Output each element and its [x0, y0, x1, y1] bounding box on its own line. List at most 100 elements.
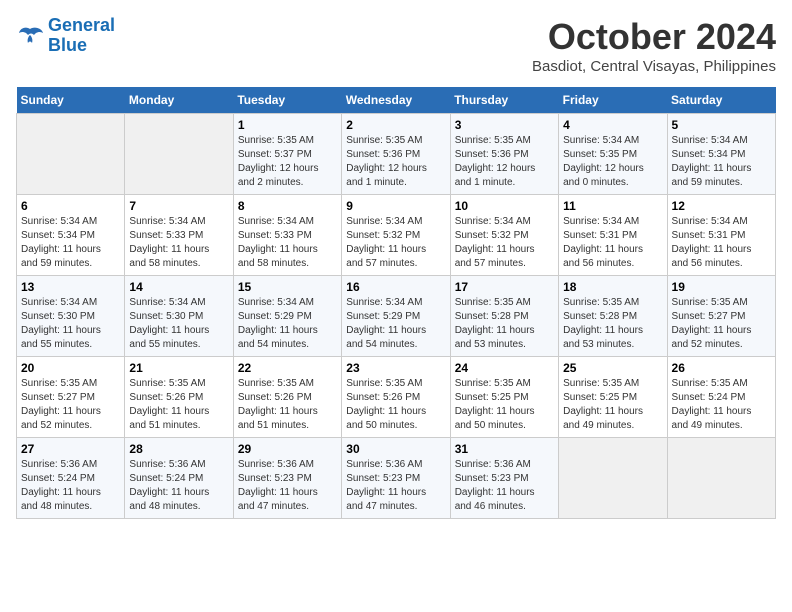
location-title: Basdiot, Central Visayas, Philippines [532, 58, 776, 75]
day-number: 17 [455, 280, 554, 294]
day-number: 30 [346, 442, 445, 456]
logo-blue: Blue [48, 36, 115, 56]
day-number: 21 [129, 361, 228, 375]
day-info: Sunrise: 5:35 AM Sunset: 5:26 PM Dayligh… [346, 377, 445, 433]
day-info: Sunrise: 5:34 AM Sunset: 5:31 PM Dayligh… [672, 215, 771, 271]
calendar-cell: 9 Sunrise: 5:34 AM Sunset: 5:32 PM Daylig… [342, 195, 450, 276]
day-info: Sunrise: 5:36 AM Sunset: 5:23 PM Dayligh… [238, 458, 337, 514]
calendar-cell: 5Sunrise: 5:34 AM Sunset: 5:34 PM Daylig… [667, 114, 775, 195]
calendar-week-5: 27 Sunrise: 5:36 AM Sunset: 5:24 PM Dayli… [17, 438, 776, 519]
header-cell-thursday: Thursday [450, 87, 558, 114]
day-info: Sunrise: 5:34 AM Sunset: 5:32 PM Dayligh… [455, 215, 554, 271]
day-info: Sunrise: 5:34 AM Sunset: 5:31 PM Dayligh… [563, 215, 662, 271]
day-number: 27 [21, 442, 120, 456]
day-info: Sunrise: 5:34 AM Sunset: 5:30 PM Dayligh… [129, 296, 228, 352]
calendar-cell: 10 Sunrise: 5:34 AM Sunset: 5:32 PM Dayli… [450, 195, 558, 276]
page-header: General Blue October 2024 Basdiot, Centr… [16, 16, 776, 75]
logo: General Blue [16, 16, 115, 56]
day-info: Sunrise: 5:35 AM Sunset: 5:36 PM Dayligh… [346, 134, 445, 190]
logo-icon [16, 25, 44, 47]
day-info: Sunrise: 5:34 AM Sunset: 5:30 PM Dayligh… [21, 296, 120, 352]
day-number: 18 [563, 280, 662, 294]
logo-text: General Blue [48, 16, 115, 56]
day-number: 9 [346, 199, 445, 213]
calendar-week-1: 1 Sunrise: 5:35 AM Sunset: 5:37 PM Daylig… [17, 114, 776, 195]
calendar-week-4: 20Sunrise: 5:35 AM Sunset: 5:27 PM Dayli… [17, 357, 776, 438]
calendar-cell: 20Sunrise: 5:35 AM Sunset: 5:27 PM Dayli… [17, 357, 125, 438]
calendar-cell: 21Sunrise: 5:35 AM Sunset: 5:26 PM Dayli… [125, 357, 233, 438]
day-info: Sunrise: 5:35 AM Sunset: 5:26 PM Dayligh… [238, 377, 337, 433]
day-info: Sunrise: 5:35 AM Sunset: 5:28 PM Dayligh… [563, 296, 662, 352]
day-number: 16 [346, 280, 445, 294]
day-info: Sunrise: 5:35 AM Sunset: 5:24 PM Dayligh… [672, 377, 771, 433]
calendar-cell: 29 Sunrise: 5:36 AM Sunset: 5:23 PM Dayli… [233, 438, 341, 519]
logo-general: General [48, 15, 115, 35]
header-cell-monday: Monday [125, 87, 233, 114]
calendar-cell: 24Sunrise: 5:35 AM Sunset: 5:25 PM Dayli… [450, 357, 558, 438]
header-cell-saturday: Saturday [667, 87, 775, 114]
day-number: 14 [129, 280, 228, 294]
calendar-cell: 1 Sunrise: 5:35 AM Sunset: 5:37 PM Daylig… [233, 114, 341, 195]
calendar-cell: 28Sunrise: 5:36 AM Sunset: 5:24 PM Dayli… [125, 438, 233, 519]
header-cell-sunday: Sunday [17, 87, 125, 114]
calendar-week-2: 6Sunrise: 5:34 AM Sunset: 5:34 PM Daylig… [17, 195, 776, 276]
calendar-cell: 4 Sunrise: 5:34 AM Sunset: 5:35 PM Daylig… [559, 114, 667, 195]
calendar-cell: 22 Sunrise: 5:35 AM Sunset: 5:26 PM Dayli… [233, 357, 341, 438]
day-info: Sunrise: 5:36 AM Sunset: 5:23 PM Dayligh… [346, 458, 445, 514]
day-number: 10 [455, 199, 554, 213]
header-cell-tuesday: Tuesday [233, 87, 341, 114]
day-info: Sunrise: 5:35 AM Sunset: 5:25 PM Dayligh… [455, 377, 554, 433]
day-number: 3 [455, 118, 554, 132]
day-number: 2 [346, 118, 445, 132]
calendar-cell [125, 114, 233, 195]
day-info: Sunrise: 5:35 AM Sunset: 5:27 PM Dayligh… [672, 296, 771, 352]
calendar-cell: 31Sunrise: 5:36 AM Sunset: 5:23 PM Dayli… [450, 438, 558, 519]
day-info: Sunrise: 5:34 AM Sunset: 5:32 PM Dayligh… [346, 215, 445, 271]
day-number: 5 [672, 118, 771, 132]
calendar-header: SundayMondayTuesdayWednesdayThursdayFrid… [17, 87, 776, 114]
calendar-cell: 25 Sunrise: 5:35 AM Sunset: 5:25 PM Dayli… [559, 357, 667, 438]
calendar-cell: 6Sunrise: 5:34 AM Sunset: 5:34 PM Daylig… [17, 195, 125, 276]
calendar-cell: 13Sunrise: 5:34 AM Sunset: 5:30 PM Dayli… [17, 276, 125, 357]
day-info: Sunrise: 5:35 AM Sunset: 5:37 PM Dayligh… [238, 134, 337, 190]
day-info: Sunrise: 5:34 AM Sunset: 5:35 PM Dayligh… [563, 134, 662, 190]
header-cell-friday: Friday [559, 87, 667, 114]
day-number: 1 [238, 118, 337, 132]
day-number: 15 [238, 280, 337, 294]
calendar-cell: 23 Sunrise: 5:35 AM Sunset: 5:26 PM Dayli… [342, 357, 450, 438]
calendar-cell: 7Sunrise: 5:34 AM Sunset: 5:33 PM Daylig… [125, 195, 233, 276]
month-title: October 2024 [532, 16, 776, 58]
day-number: 11 [563, 199, 662, 213]
day-number: 29 [238, 442, 337, 456]
day-number: 8 [238, 199, 337, 213]
calendar-cell: 17Sunrise: 5:35 AM Sunset: 5:28 PM Dayli… [450, 276, 558, 357]
calendar-cell: 3Sunrise: 5:35 AM Sunset: 5:36 PM Daylig… [450, 114, 558, 195]
calendar-cell: 15 Sunrise: 5:34 AM Sunset: 5:29 PM Dayli… [233, 276, 341, 357]
calendar-cell [667, 438, 775, 519]
day-number: 28 [129, 442, 228, 456]
day-number: 25 [563, 361, 662, 375]
calendar-cell: 19 Sunrise: 5:35 AM Sunset: 5:27 PM Dayli… [667, 276, 775, 357]
day-number: 19 [672, 280, 771, 294]
day-number: 22 [238, 361, 337, 375]
day-info: Sunrise: 5:34 AM Sunset: 5:29 PM Dayligh… [238, 296, 337, 352]
calendar-cell: 14 Sunrise: 5:34 AM Sunset: 5:30 PM Dayli… [125, 276, 233, 357]
calendar-cell [559, 438, 667, 519]
day-number: 31 [455, 442, 554, 456]
day-info: Sunrise: 5:36 AM Sunset: 5:24 PM Dayligh… [21, 458, 120, 514]
calendar-cell: 2 Sunrise: 5:35 AM Sunset: 5:36 PM Daylig… [342, 114, 450, 195]
calendar-cell: 11 Sunrise: 5:34 AM Sunset: 5:31 PM Dayli… [559, 195, 667, 276]
day-info: Sunrise: 5:35 AM Sunset: 5:25 PM Dayligh… [563, 377, 662, 433]
calendar-body: 1 Sunrise: 5:35 AM Sunset: 5:37 PM Daylig… [17, 114, 776, 519]
day-info: Sunrise: 5:35 AM Sunset: 5:27 PM Dayligh… [21, 377, 120, 433]
calendar-table: SundayMondayTuesdayWednesdayThursdayFrid… [16, 87, 776, 519]
day-info: Sunrise: 5:34 AM Sunset: 5:33 PM Dayligh… [238, 215, 337, 271]
calendar-cell: 27 Sunrise: 5:36 AM Sunset: 5:24 PM Dayli… [17, 438, 125, 519]
header-cell-wednesday: Wednesday [342, 87, 450, 114]
day-info: Sunrise: 5:34 AM Sunset: 5:34 PM Dayligh… [21, 215, 120, 271]
day-number: 4 [563, 118, 662, 132]
day-info: Sunrise: 5:34 AM Sunset: 5:29 PM Dayligh… [346, 296, 445, 352]
day-number: 7 [129, 199, 228, 213]
day-number: 23 [346, 361, 445, 375]
calendar-cell: 30 Sunrise: 5:36 AM Sunset: 5:23 PM Dayli… [342, 438, 450, 519]
